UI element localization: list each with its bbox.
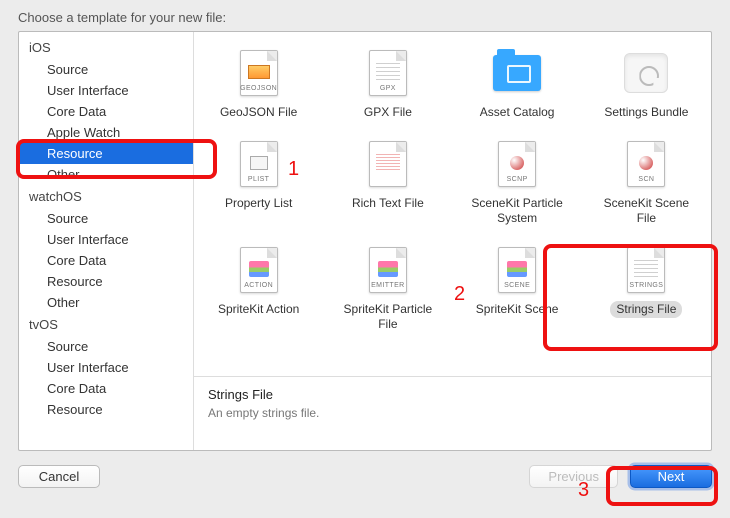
- sidebar-platform: tvOS: [19, 313, 193, 336]
- template-tile[interactable]: ACTION SpriteKit Action: [199, 239, 319, 337]
- template-label: Settings Bundle: [598, 104, 694, 121]
- sidebar-category[interactable]: Apple Watch: [19, 122, 193, 143]
- template-tile[interactable]: EMITTER SpriteKit Particle File: [328, 239, 448, 337]
- sidebar-category[interactable]: Source: [19, 59, 193, 80]
- template-label: Rich Text File: [346, 195, 430, 212]
- folder-icon: [493, 55, 541, 91]
- template-grid: GEOJSON GeoJSON File GPX GPX File Asset Cata…: [194, 32, 711, 376]
- document-icon: SCNP: [498, 141, 536, 187]
- template-label: SceneKit Scene File: [588, 195, 704, 227]
- document-icon: STRINGS: [627, 247, 665, 293]
- template-icon: SCENE: [459, 243, 575, 297]
- template-label: SpriteKit Particle File: [330, 301, 446, 333]
- template-icon: SCN: [588, 137, 704, 191]
- sidebar-category[interactable]: Resource: [19, 143, 193, 164]
- template-label: SceneKit Particle System: [459, 195, 575, 227]
- template-tile[interactable]: SCNP SceneKit Particle System: [457, 133, 577, 231]
- template-icon: PLIST: [201, 137, 317, 191]
- document-icon: GEOJSON: [240, 50, 278, 96]
- template-icon: [330, 137, 446, 191]
- document-icon: [369, 141, 407, 187]
- sidebar-category[interactable]: Core Data: [19, 250, 193, 271]
- template-tile[interactable]: Settings Bundle: [586, 42, 706, 125]
- template-tile[interactable]: GEOJSON GeoJSON File: [199, 42, 319, 125]
- dialog-footer: Cancel Previous Next: [0, 451, 730, 488]
- document-icon: EMITTER: [369, 247, 407, 293]
- template-label: GPX File: [358, 104, 418, 121]
- sidebar-category[interactable]: User Interface: [19, 80, 193, 101]
- sidebar-category[interactable]: Other: [19, 292, 193, 313]
- template-tile[interactable]: Asset Catalog: [457, 42, 577, 125]
- template-label: Asset Catalog: [474, 104, 561, 121]
- template-tile[interactable]: GPX GPX File: [328, 42, 448, 125]
- content-pane: GEOJSON GeoJSON File GPX GPX File Asset Cata…: [194, 32, 711, 450]
- template-icon: SCNP: [459, 137, 575, 191]
- description-panel: Strings File An empty strings file.: [194, 376, 711, 450]
- template-tile[interactable]: SCENE SpriteKit Scene: [457, 239, 577, 337]
- template-label: GeoJSON File: [214, 104, 303, 121]
- template-icon: [459, 46, 575, 100]
- sidebar: iOSSourceUser InterfaceCore DataApple Wa…: [19, 32, 194, 450]
- template-icon: GEOJSON: [201, 46, 317, 100]
- sidebar-category[interactable]: Source: [19, 208, 193, 229]
- template-icon: ACTION: [201, 243, 317, 297]
- template-label: Property List: [219, 195, 298, 212]
- sidebar-category[interactable]: User Interface: [19, 229, 193, 250]
- document-icon: SCN: [627, 141, 665, 187]
- sidebar-category[interactable]: Core Data: [19, 101, 193, 122]
- sidebar-platform: iOS: [19, 36, 193, 59]
- cancel-button[interactable]: Cancel: [18, 465, 100, 488]
- dialog-title: Choose a template for your new file:: [0, 0, 730, 31]
- document-icon: SCENE: [498, 247, 536, 293]
- template-icon: [588, 46, 704, 100]
- sidebar-category[interactable]: Other: [19, 164, 193, 185]
- template-tile[interactable]: STRINGS Strings File: [586, 239, 706, 337]
- template-label: SpriteKit Action: [212, 301, 305, 318]
- bundle-icon: [624, 53, 668, 93]
- document-icon: PLIST: [240, 141, 278, 187]
- document-icon: ACTION: [240, 247, 278, 293]
- sidebar-category[interactable]: User Interface: [19, 357, 193, 378]
- dialog-body: iOSSourceUser InterfaceCore DataApple Wa…: [18, 31, 712, 451]
- template-label: Strings File: [610, 301, 682, 318]
- document-icon: GPX: [369, 50, 407, 96]
- previous-button[interactable]: Previous: [529, 465, 618, 488]
- sidebar-category[interactable]: Core Data: [19, 378, 193, 399]
- next-button[interactable]: Next: [630, 465, 712, 488]
- sidebar-category[interactable]: Resource: [19, 271, 193, 292]
- sidebar-platform: watchOS: [19, 185, 193, 208]
- sidebar-category[interactable]: Resource: [19, 399, 193, 420]
- template-label: SpriteKit Scene: [470, 301, 565, 318]
- template-icon: STRINGS: [588, 243, 704, 297]
- template-tile[interactable]: PLIST Property List: [199, 133, 319, 231]
- template-tile[interactable]: Rich Text File: [328, 133, 448, 231]
- description-subtitle: An empty strings file.: [208, 406, 697, 420]
- sidebar-category[interactable]: Source: [19, 336, 193, 357]
- template-icon: GPX: [330, 46, 446, 100]
- template-icon: EMITTER: [330, 243, 446, 297]
- template-tile[interactable]: SCN SceneKit Scene File: [586, 133, 706, 231]
- description-title: Strings File: [208, 387, 697, 402]
